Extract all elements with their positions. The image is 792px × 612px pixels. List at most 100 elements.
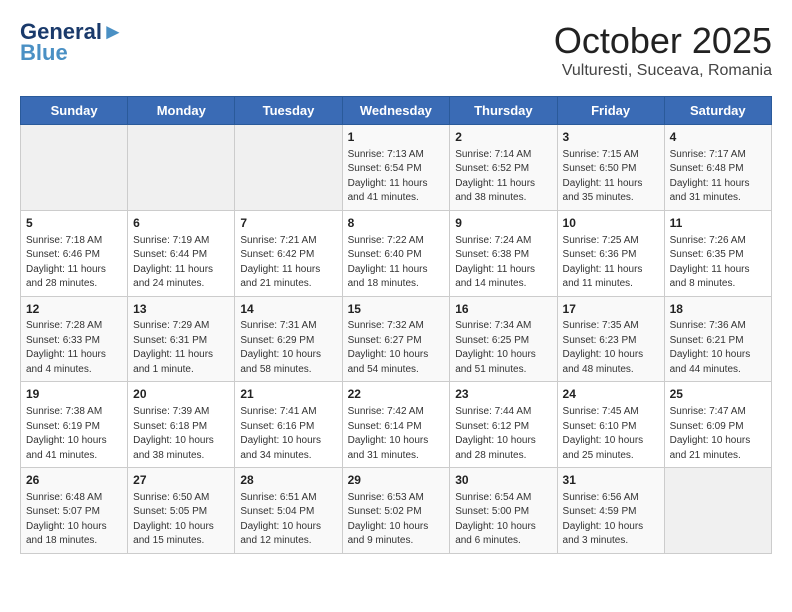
day-info: Sunrise: 6:51 AMSunset: 5:04 PMDaylight:… (240, 491, 336, 549)
day-number: 25 (670, 386, 766, 403)
calendar-day-cell: 6Sunrise: 7:19 AMSunset: 6:44 PMDaylight… (128, 210, 235, 296)
day-info: Sunrise: 6:53 AMSunset: 5:02 PMDaylight:… (348, 491, 445, 549)
day-number: 15 (348, 301, 445, 318)
calendar-day-cell: 9Sunrise: 7:24 AMSunset: 6:38 PMDaylight… (450, 210, 557, 296)
day-number: 6 (133, 215, 229, 232)
day-info: Sunrise: 7:31 AMSunset: 6:29 PMDaylight:… (240, 319, 336, 377)
calendar-week-row: 19 Sunrise: 7:38 AMSunset: 6:19 PMDayligh… (21, 382, 772, 468)
calendar-day-cell: 15Sunrise: 7:32 AMSunset: 6:27 PMDayligh… (342, 296, 450, 382)
calendar-day-cell: 7 Sunrise: 7:21 AMSunset: 6:42 PMDaylight… (235, 210, 342, 296)
day-number: 2 (455, 129, 551, 146)
day-number: 21 (240, 386, 336, 403)
day-info: Sunrise: 7:26 AMSunset: 6:35 PMDaylight:… (670, 234, 766, 292)
calendar-day-cell: 21 Sunrise: 7:41 AMSunset: 6:16 PMDayligh… (235, 382, 342, 468)
calendar-week-row: 26Sunrise: 6:48 AMSunset: 5:07 PMDayligh… (21, 468, 772, 554)
calendar-day-cell: 16Sunrise: 7:34 AMSunset: 6:25 PMDayligh… (450, 296, 557, 382)
calendar-day-cell: 23 Sunrise: 7:44 AMSunset: 6:12 PMDayligh… (450, 382, 557, 468)
day-number: 22 (348, 386, 445, 403)
day-number: 29 (348, 472, 445, 489)
day-number: 30 (455, 472, 551, 489)
day-info: Sunrise: 7:14 AMSunset: 6:52 PMDaylight:… (455, 148, 551, 206)
day-info: Sunrise: 6:50 AMSunset: 5:05 PMDaylight:… (133, 491, 229, 549)
calendar-day-cell: 27Sunrise: 6:50 AMSunset: 5:05 PMDayligh… (128, 468, 235, 554)
calendar-header-row: SundayMondayTuesdayWednesdayThursdayFrid… (21, 97, 772, 125)
logo-blue: Blue (20, 40, 68, 66)
day-info: Sunrise: 7:29 AMSunset: 6:31 PMDaylight:… (133, 319, 229, 377)
calendar-day-cell: 19 Sunrise: 7:38 AMSunset: 6:19 PMDayligh… (21, 382, 128, 468)
calendar-day-cell: 12Sunrise: 7:28 AMSunset: 6:33 PMDayligh… (21, 296, 128, 382)
calendar-day-cell: 17Sunrise: 7:35 AMSunset: 6:23 PMDayligh… (557, 296, 664, 382)
calendar-day-cell: 24Sunrise: 7:45 AMSunset: 6:10 PMDayligh… (557, 382, 664, 468)
calendar-day-cell (128, 125, 235, 211)
calendar-day-cell: 25 Sunrise: 7:47 AMSunset: 6:09 PMDayligh… (664, 382, 771, 468)
day-number: 11 (670, 215, 766, 232)
day-info: Sunrise: 7:35 AMSunset: 6:23 PMDaylight:… (563, 319, 659, 377)
day-number: 7 (240, 215, 336, 232)
day-number: 26 (26, 472, 122, 489)
calendar-day-cell: 30Sunrise: 6:54 AMSunset: 5:00 PMDayligh… (450, 468, 557, 554)
title-block: October 2025 Vulturesti, Suceava, Romani… (554, 20, 772, 80)
calendar-day-cell: 3 Sunrise: 7:15 AMSunset: 6:50 PMDaylight… (557, 125, 664, 211)
calendar-table: SundayMondayTuesdayWednesdayThursdayFrid… (20, 96, 772, 554)
calendar-week-row: 1Sunrise: 7:13 AMSunset: 6:54 PMDaylight… (21, 125, 772, 211)
day-info: Sunrise: 7:39 AMSunset: 6:18 PMDaylight:… (133, 405, 229, 463)
day-number: 10 (563, 215, 659, 232)
day-info: Sunrise: 7:41 AMSunset: 6:16 PMDaylight:… (240, 405, 336, 463)
calendar-day-cell (235, 125, 342, 211)
day-info: Sunrise: 7:25 AMSunset: 6:36 PMDaylight:… (563, 234, 659, 292)
calendar-day-cell: 1Sunrise: 7:13 AMSunset: 6:54 PMDaylight… (342, 125, 450, 211)
day-number: 23 (455, 386, 551, 403)
location-subtitle: Vulturesti, Suceava, Romania (554, 62, 772, 80)
logo: General► Blue (20, 20, 124, 66)
calendar-day-cell: 29 Sunrise: 6:53 AMSunset: 5:02 PMDayligh… (342, 468, 450, 554)
day-info: Sunrise: 7:44 AMSunset: 6:12 PMDaylight:… (455, 405, 551, 463)
calendar-day-cell: 8 Sunrise: 7:22 AMSunset: 6:40 PMDaylight… (342, 210, 450, 296)
day-info: Sunrise: 7:32 AMSunset: 6:27 PMDaylight:… (348, 319, 445, 377)
calendar-day-cell: 26Sunrise: 6:48 AMSunset: 5:07 PMDayligh… (21, 468, 128, 554)
day-number: 14 (240, 301, 336, 318)
day-info: Sunrise: 7:36 AMSunset: 6:21 PMDaylight:… (670, 319, 766, 377)
day-number: 18 (670, 301, 766, 318)
calendar-day-cell: 20Sunrise: 7:39 AMSunset: 6:18 PMDayligh… (128, 382, 235, 468)
day-number: 8 (348, 215, 445, 232)
calendar-day-cell (21, 125, 128, 211)
weekday-header: Tuesday (235, 97, 342, 125)
weekday-header: Friday (557, 97, 664, 125)
day-info: Sunrise: 7:21 AMSunset: 6:42 PMDaylight:… (240, 234, 336, 292)
calendar-day-cell: 28 Sunrise: 6:51 AMSunset: 5:04 PMDayligh… (235, 468, 342, 554)
calendar-day-cell: 22Sunrise: 7:42 AMSunset: 6:14 PMDayligh… (342, 382, 450, 468)
day-number: 31 (563, 472, 659, 489)
day-info: Sunrise: 7:45 AMSunset: 6:10 PMDaylight:… (563, 405, 659, 463)
calendar-day-cell: 10 Sunrise: 7:25 AMSunset: 6:36 PMDayligh… (557, 210, 664, 296)
page-header: General► Blue October 2025 Vulturesti, S… (20, 20, 772, 80)
day-info: Sunrise: 7:28 AMSunset: 6:33 PMDaylight:… (26, 319, 122, 377)
day-info: Sunrise: 7:47 AMSunset: 6:09 PMDaylight:… (670, 405, 766, 463)
day-number: 4 (670, 129, 766, 146)
calendar-day-cell: 13Sunrise: 7:29 AMSunset: 6:31 PMDayligh… (128, 296, 235, 382)
day-info: Sunrise: 7:17 AMSunset: 6:48 PMDaylight:… (670, 148, 766, 206)
day-info: Sunrise: 7:34 AMSunset: 6:25 PMDaylight:… (455, 319, 551, 377)
calendar-day-cell (664, 468, 771, 554)
weekday-header: Thursday (450, 97, 557, 125)
day-info: Sunrise: 7:22 AMSunset: 6:40 PMDaylight:… (348, 234, 445, 292)
day-number: 3 (563, 129, 659, 146)
calendar-day-cell: 14Sunrise: 7:31 AMSunset: 6:29 PMDayligh… (235, 296, 342, 382)
calendar-week-row: 12Sunrise: 7:28 AMSunset: 6:33 PMDayligh… (21, 296, 772, 382)
weekday-header: Sunday (21, 97, 128, 125)
day-number: 19 (26, 386, 122, 403)
day-number: 5 (26, 215, 122, 232)
day-number: 17 (563, 301, 659, 318)
day-number: 13 (133, 301, 229, 318)
day-info: Sunrise: 7:38 AMSunset: 6:19 PMDaylight:… (26, 405, 122, 463)
day-info: Sunrise: 7:15 AMSunset: 6:50 PMDaylight:… (563, 148, 659, 206)
weekday-header: Wednesday (342, 97, 450, 125)
calendar-day-cell: 5Sunrise: 7:18 AMSunset: 6:46 PMDaylight… (21, 210, 128, 296)
day-info: Sunrise: 7:13 AMSunset: 6:54 PMDaylight:… (348, 148, 445, 206)
day-number: 12 (26, 301, 122, 318)
day-info: Sunrise: 7:24 AMSunset: 6:38 PMDaylight:… (455, 234, 551, 292)
weekday-header: Monday (128, 97, 235, 125)
calendar-week-row: 5Sunrise: 7:18 AMSunset: 6:46 PMDaylight… (21, 210, 772, 296)
day-number: 16 (455, 301, 551, 318)
day-number: 28 (240, 472, 336, 489)
calendar-day-cell: 11 Sunrise: 7:26 AMSunset: 6:35 PMDayligh… (664, 210, 771, 296)
